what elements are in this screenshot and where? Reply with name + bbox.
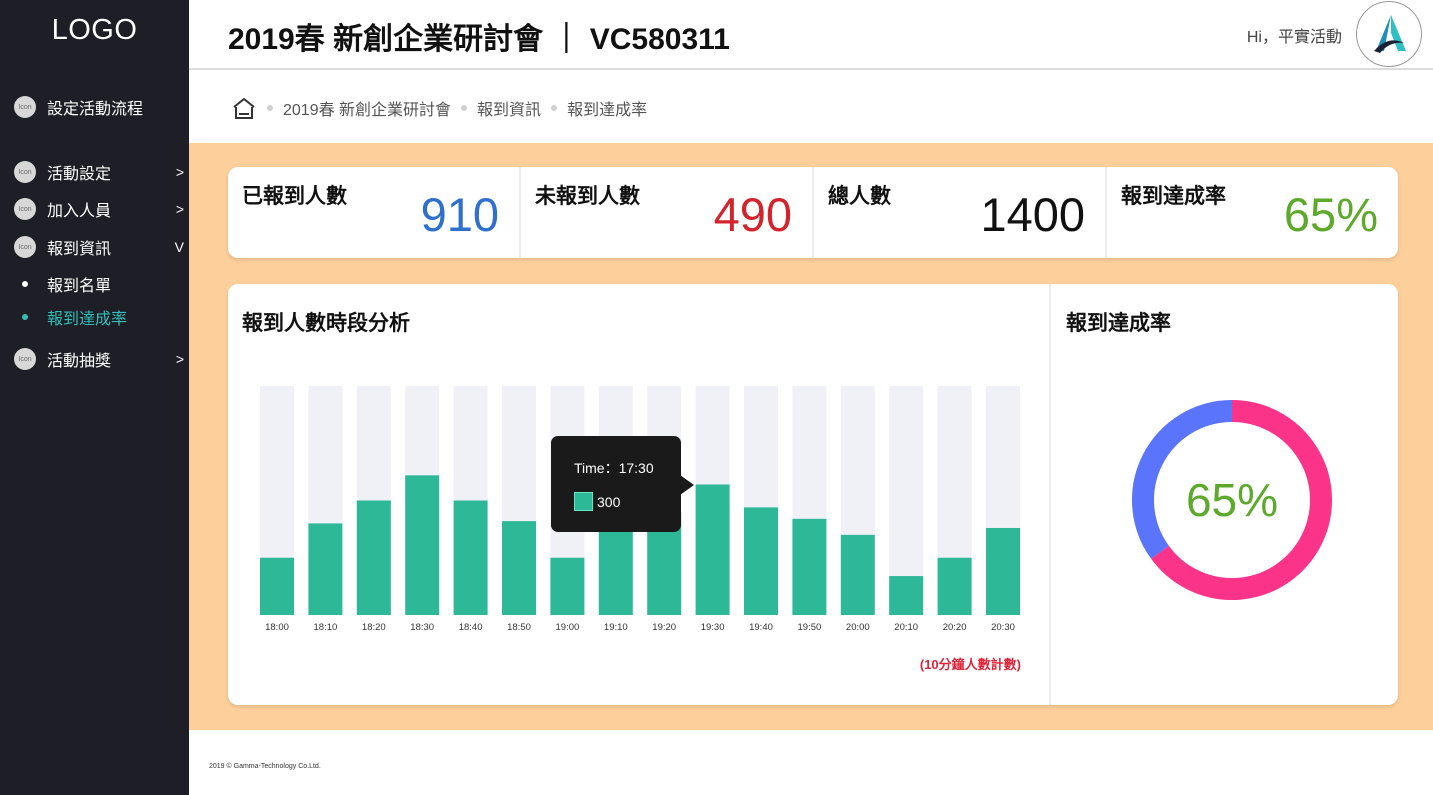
sidebar-item-checkin-info[interactable]: Icon 報到資訊 V <box>14 234 184 260</box>
bar-tooltip: Time：17:30 300 <box>551 436 694 532</box>
sidebar-item-label: 活動設定 <box>47 166 112 183</box>
sidebar-item-activity-flow[interactable]: Icon 設定活動流程 <box>14 94 184 120</box>
bar[interactable] <box>695 484 730 615</box>
x-tick-label: 20:00 <box>846 622 870 633</box>
footer-copyright: 2019 © Gamma-Technology Co.Ltd. <box>209 763 321 770</box>
chevron-right-icon: > <box>175 201 184 217</box>
stat-label: 報到達成率 <box>1121 185 1226 208</box>
bar[interactable] <box>356 500 391 616</box>
breadcrumb-separator <box>267 105 273 111</box>
bullet-icon <box>22 281 28 287</box>
stat-total: 總人數 1400 <box>814 167 1107 258</box>
sidebar-item-add-members[interactable]: Icon 加入人員 > <box>14 196 184 222</box>
sidebar-item-label: 活動抽獎 <box>47 353 112 370</box>
placeholder-icon: Icon <box>14 348 36 370</box>
bar[interactable] <box>502 521 536 615</box>
bar[interactable] <box>792 518 827 615</box>
placeholder-icon: Icon <box>14 198 36 220</box>
stat-value: 910 <box>420 188 499 241</box>
sidebar-subitem-checkin-rate[interactable]: 報到達成率 <box>22 306 127 328</box>
legend-swatch <box>574 492 593 511</box>
x-tick-label: 18:30 <box>410 622 434 633</box>
chevron-down-icon: V <box>174 239 184 255</box>
bar[interactable] <box>889 576 924 615</box>
bar[interactable] <box>405 475 440 615</box>
stat-label: 總人數 <box>828 185 891 208</box>
x-tick-label: 20:20 <box>943 622 967 633</box>
placeholder-icon: Icon <box>14 236 36 258</box>
chevron-right-icon: > <box>175 164 184 180</box>
placeholder-icon: Icon <box>14 161 36 183</box>
page-title: 2019春 新創企業研討會 ｜ VC580311 <box>228 23 730 56</box>
breadcrumb-item[interactable]: 報到資訊 <box>477 96 541 120</box>
bar[interactable] <box>840 534 875 615</box>
bar[interactable] <box>308 523 343 615</box>
bar[interactable] <box>598 523 633 615</box>
placeholder-icon: Icon <box>14 96 36 118</box>
x-tick-label: 18:50 <box>507 622 531 633</box>
sidebar-item-activity-settings[interactable]: Icon 活動設定 > <box>14 159 184 185</box>
sidebar-item-lottery[interactable]: Icon 活動抽獎 > <box>14 346 184 372</box>
x-tick-label: 18:00 <box>265 622 289 633</box>
x-tick-label: 20:30 <box>991 622 1015 633</box>
breadcrumb: 2019春 新創企業研討會 報到資訊 報到達成率 <box>231 94 647 122</box>
x-tick-label: 19:20 <box>652 622 676 633</box>
sidebar: LOGO Icon 設定活動流程 Icon 活動設定 > Icon 加入人員 >… <box>0 0 189 795</box>
tooltip-time: Time：17:30 <box>574 460 654 476</box>
stat-label: 未報到人數 <box>535 185 640 208</box>
stat-value: 65% <box>1283 188 1378 241</box>
stat-value: 1400 <box>980 188 1085 241</box>
bar-chart-note: (10分鐘人數計數) <box>919 657 1021 672</box>
x-tick-label: 19:50 <box>798 622 822 633</box>
x-tick-label: 18:20 <box>362 622 386 633</box>
x-tick-label: 18:40 <box>459 622 483 633</box>
stats-summary-card: 已報到人數 910 未報到人數 490 總人數 1400 報到達成率 65% <box>228 167 1398 258</box>
stat-value: 490 <box>713 188 792 241</box>
sidebar-item-label: 加入人員 <box>47 203 112 220</box>
sidebar-subitem-checkin-list[interactable]: 報到名單 <box>22 273 111 295</box>
bar[interactable] <box>260 557 294 615</box>
user-greeting: Hi，平實活動 <box>1246 29 1342 46</box>
donut-center-label: 65% <box>1186 474 1278 526</box>
bar[interactable] <box>937 557 972 615</box>
stat-checked-in: 已報到人數 910 <box>228 167 521 258</box>
breadcrumb-item-current: 報到達成率 <box>567 102 648 119</box>
logo: LOGO <box>51 14 138 46</box>
sidebar-item-label: 報到資訊 <box>47 241 112 258</box>
x-tick-label: 19:10 <box>604 622 628 633</box>
tooltip-value-row: 300 <box>574 492 620 511</box>
bar[interactable] <box>744 507 778 615</box>
brand-logo-icon <box>1374 15 1406 53</box>
x-tick-label: 20:10 <box>894 622 918 633</box>
tooltip-value: 300 <box>597 493 621 510</box>
donut-chart: 65% <box>1132 400 1332 600</box>
x-tick-label: 19:30 <box>701 622 725 633</box>
x-tick-label: 19:00 <box>556 622 580 633</box>
breadcrumb-item[interactable]: 2019春 新創企業研討會 <box>283 96 451 120</box>
stat-checkin-rate: 報到達成率 65% <box>1107 167 1398 258</box>
sidebar-subitem-label: 報到名單 <box>47 278 112 295</box>
bar[interactable] <box>986 527 1020 615</box>
x-tick-label: 19:40 <box>749 622 773 633</box>
breadcrumb-separator <box>551 105 558 111</box>
bar[interactable] <box>453 500 488 616</box>
bullet-icon <box>22 314 28 320</box>
sidebar-subitem-label: 報到達成率 <box>47 311 128 328</box>
chevron-right-icon: > <box>175 351 184 367</box>
home-icon[interactable] <box>231 95 257 121</box>
sidebar-item-label: 設定活動流程 <box>47 101 144 118</box>
charts-panel: 報到人數時段分析 18:00 18:10 18:20 18:30 18:40 18:50 1… <box>228 284 1398 705</box>
stat-not-checked-in: 未報到人數 490 <box>521 167 814 258</box>
stat-label: 已報到人數 <box>242 185 347 208</box>
avatar[interactable] <box>1356 1 1422 67</box>
header: 2019春 新創企業研討會 ｜ VC580311 Hi，平實活動 <box>189 0 1433 70</box>
breadcrumb-separator <box>461 105 468 111</box>
x-tick-label: 18:10 <box>314 622 338 633</box>
bar[interactable] <box>550 557 585 615</box>
